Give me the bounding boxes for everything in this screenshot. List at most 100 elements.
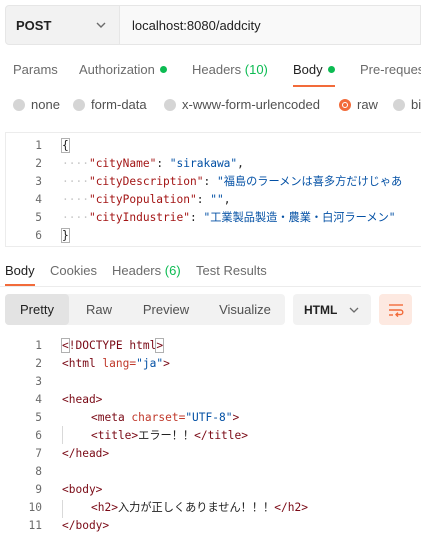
line-number: 7 [35, 447, 42, 460]
view-preview-label: Preview [142, 302, 190, 317]
line-number: 1 [35, 339, 42, 352]
request-body-editor[interactable]: 1 { 2 ····"cityName": "sirakawa", 3 ····… [5, 132, 421, 247]
view-mode-segmented-control: Pretty Raw Preview Visualize [5, 294, 285, 325]
radio-raw[interactable]: raw [339, 97, 378, 112]
indent-guide [62, 500, 63, 518]
authorization-status-dot [159, 66, 167, 73]
json-value: "工業製品製造・農業・白河ラーメン" [203, 211, 396, 224]
line-number: 9 [35, 483, 42, 496]
line-number: 3 [35, 175, 42, 188]
view-raw-label: Raw [85, 302, 112, 317]
method-label: POST [16, 17, 52, 33]
tab-authorization-label: Authorization [79, 62, 155, 77]
radio-circle [393, 98, 405, 111]
radio-binary[interactable]: bi [393, 97, 421, 112]
tab-response-headers[interactable]: Headers (6) [112, 263, 181, 278]
tab-pre-request[interactable]: Pre-request [360, 62, 421, 77]
h2-close-tag: </h2> [274, 501, 308, 514]
title-close-tag: </title> [194, 429, 248, 442]
doctype-open: < [61, 338, 70, 353]
tab-cookies-label: Cookies [50, 263, 97, 278]
line-number: 8 [35, 465, 42, 478]
wrap-lines-button[interactable] [379, 294, 412, 325]
view-raw-button[interactable]: Raw [75, 294, 123, 325]
radio-raw-label: raw [357, 97, 378, 112]
response-body-viewer[interactable]: 1 <!DOCTYPE html> 2 <html lang="ja"> 3 4… [0, 336, 421, 540]
divider [0, 286, 421, 287]
json-key: "cityPopulation" [88, 193, 197, 206]
radio-none[interactable]: none [13, 97, 60, 112]
url-input[interactable]: localhost:8080/addcity [120, 5, 421, 45]
request-tabs: Params Authorization Headers (10) Body P… [0, 52, 421, 87]
line-number: 4 [35, 393, 42, 406]
chevron-down-icon [96, 22, 106, 28]
h2-text: 入力が正しくありません！！！ [117, 501, 275, 514]
body-type-options: none form-data x-www-form-urlencoded raw… [0, 94, 421, 116]
line-number: 6 [35, 429, 42, 442]
h2-open-tag: <h2> [91, 501, 118, 514]
response-headers-count-badge: (6) [164, 263, 181, 278]
line-number: 4 [35, 193, 42, 206]
view-pretty-label: Pretty [20, 302, 54, 317]
line-number: 6 [35, 229, 42, 242]
meta-tag: <meta [91, 411, 132, 424]
tab-params[interactable]: Params [13, 62, 58, 77]
whitespace-marker: ···· [62, 193, 89, 206]
doctype-text: !DOCTYPE html [68, 339, 157, 352]
tab-response-headers-label: Headers [112, 263, 162, 278]
body-open-tag: <body> [62, 483, 103, 496]
tab-test-results[interactable]: Test Results [196, 263, 267, 278]
line-number: 5 [35, 211, 42, 224]
json-key: "cityName" [88, 157, 157, 170]
view-preview-button[interactable]: Preview [135, 294, 197, 325]
radio-none-label: none [31, 97, 60, 112]
body-close-tag: </body> [62, 519, 110, 532]
head-close-tag: </head> [62, 447, 110, 460]
line-number: 5 [35, 411, 42, 424]
line-number: 2 [35, 157, 42, 170]
headers-count-badge: (10) [244, 62, 268, 77]
view-visualize-button[interactable]: Visualize [210, 294, 280, 325]
url-text: localhost:8080/addcity [132, 17, 261, 33]
tab-headers[interactable]: Headers (10) [192, 62, 268, 77]
html-attr: lang= [102, 357, 137, 370]
radio-circle [73, 98, 85, 111]
tab-cookies[interactable]: Cookies [50, 263, 97, 278]
radio-urlencoded[interactable]: x-www-form-urlencoded [164, 97, 320, 112]
method-select[interactable]: POST [5, 5, 120, 45]
tab-response-body[interactable]: Body [5, 263, 35, 278]
line-number: 3 [35, 375, 42, 388]
line-number: 1 [35, 139, 42, 152]
request-url-bar: POST localhost:8080/addcity [5, 5, 421, 45]
json-key: "cityDescription" [88, 175, 204, 188]
view-visualize-label: Visualize [219, 302, 271, 317]
radio-form-data-label: form-data [91, 97, 147, 112]
radio-urlencoded-label: x-www-form-urlencoded [182, 97, 320, 112]
format-select[interactable]: HTML [293, 294, 371, 325]
view-pretty-button[interactable]: Pretty [5, 294, 69, 325]
tab-test-results-label: Test Results [196, 263, 267, 278]
radio-circle-selected [339, 98, 351, 111]
json-value: "sirakawa" [169, 157, 238, 170]
radio-circle [164, 98, 176, 111]
html-tag-close: > [163, 357, 170, 370]
open-brace: { [61, 138, 70, 153]
html-tag: <html [62, 357, 103, 370]
line-number: 10 [28, 501, 42, 514]
title-open-tag: <title> [91, 429, 139, 442]
body-status-dot [327, 66, 335, 73]
json-key: "cityIndustrie" [88, 211, 190, 224]
tab-authorization[interactable]: Authorization [79, 62, 167, 77]
html-attr-value: "ja" [136, 357, 164, 370]
whitespace-marker: ···· [62, 175, 89, 188]
radio-binary-label: bi [411, 97, 421, 112]
chevron-down-icon [349, 307, 359, 313]
radio-form-data[interactable]: form-data [73, 97, 147, 112]
json-value: "" [210, 193, 224, 206]
tab-body[interactable]: Body [293, 62, 335, 77]
title-text: エラー！！ [138, 429, 195, 442]
whitespace-marker: ···· [62, 211, 89, 224]
format-label: HTML [304, 302, 338, 317]
meta-attr: charset= [131, 411, 186, 424]
line-number: 11 [28, 519, 42, 532]
